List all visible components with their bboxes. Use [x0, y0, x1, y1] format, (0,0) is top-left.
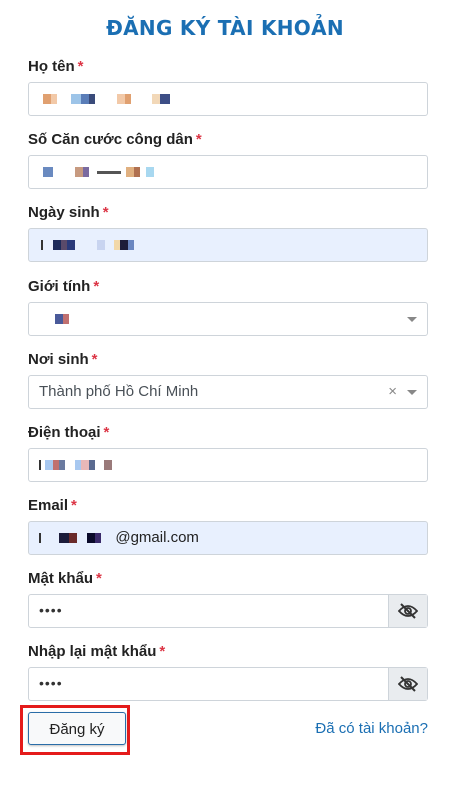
password-value: •••• — [39, 602, 63, 618]
fullname-input[interactable] — [28, 82, 428, 116]
birthplace-value: Thành phố Hồ Chí Minh — [39, 383, 199, 400]
gender-select[interactable] — [28, 302, 428, 336]
chevron-down-icon — [407, 390, 417, 395]
password-confirm-value: •••• — [39, 675, 63, 691]
clear-icon[interactable]: × — [388, 376, 397, 408]
redacted-value — [39, 90, 170, 107]
register-button[interactable]: Đăng ký — [28, 712, 126, 745]
birthplace-group: Nơi sinh * Thành phố Hồ Chí Minh × — [28, 350, 428, 409]
page-title: ĐĂNG KÝ TÀI KHOẢN — [106, 16, 344, 40]
fullname-label: Họ tên * — [28, 58, 84, 75]
phone-group: Điện thoại * — [28, 423, 428, 482]
login-link[interactable]: Đã có tài khoản? — [315, 720, 428, 737]
password-confirm-input[interactable]: •••• — [28, 667, 428, 701]
birthplace-select[interactable]: Thành phố Hồ Chí Minh × — [28, 375, 428, 409]
email-domain: @gmail.com — [115, 529, 199, 546]
redacted-value — [39, 163, 154, 180]
phone-input[interactable] — [28, 448, 428, 482]
dob-label: Ngày sinh * — [28, 204, 109, 221]
redacted-value — [39, 529, 105, 546]
cccd-group: Số Căn cước công dân * — [28, 130, 428, 189]
gender-group: Giới tính * — [28, 277, 428, 336]
redacted-value — [39, 456, 112, 473]
cccd-input[interactable] — [28, 155, 428, 189]
dob-group: Ngày sinh * — [28, 203, 428, 262]
email-input[interactable]: @gmail.com — [28, 521, 428, 555]
birthplace-label: Nơi sinh * — [28, 351, 98, 368]
email-label: Email * — [28, 497, 77, 514]
password-group: Mật khẩu * •••• — [28, 569, 428, 628]
phone-label: Điện thoại * — [28, 424, 110, 441]
redacted-value — [39, 310, 69, 327]
eye-slash-icon[interactable] — [388, 595, 427, 627]
eye-slash-icon[interactable] — [388, 668, 427, 700]
fullname-group: Họ tên * — [28, 57, 428, 116]
password-confirm-label: Nhập lại mật khẩu * — [28, 643, 166, 660]
gender-label: Giới tính * — [28, 278, 100, 295]
email-group: Email * @gmail.com — [28, 496, 428, 555]
redacted-value — [39, 236, 134, 253]
chevron-down-icon — [407, 317, 417, 322]
cccd-label: Số Căn cước công dân * — [28, 131, 202, 148]
password-label: Mật khẩu * — [28, 570, 102, 587]
dob-input[interactable] — [28, 228, 428, 262]
password-confirm-group: Nhập lại mật khẩu * •••• — [28, 642, 428, 701]
password-input[interactable]: •••• — [28, 594, 428, 628]
